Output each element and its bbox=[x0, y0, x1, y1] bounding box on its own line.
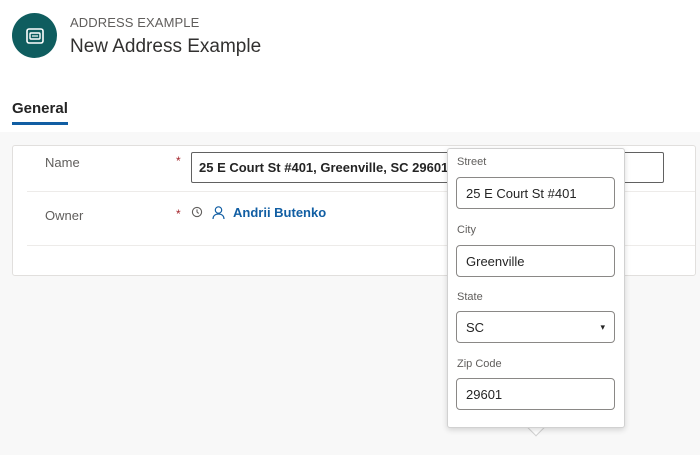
chevron-down-icon: ▾ bbox=[600, 321, 605, 332]
entity-type-label: ADDRESS EXAMPLE bbox=[70, 15, 200, 30]
street-label: Street bbox=[457, 156, 487, 168]
tab-general[interactable]: General bbox=[12, 100, 68, 125]
address-flyout: Street 25 E Court St #401 City Greenvill… bbox=[447, 148, 625, 428]
zip-label: Zip Code bbox=[457, 358, 502, 370]
zip-input[interactable]: 29601 bbox=[456, 378, 615, 410]
record-header: ADDRESS EXAMPLE New Address Example Gene… bbox=[0, 0, 700, 132]
person-icon bbox=[211, 204, 227, 220]
lock-icon bbox=[191, 205, 205, 219]
city-label: City bbox=[457, 224, 476, 236]
name-required-mark: * bbox=[176, 154, 181, 168]
record-title: New Address Example bbox=[70, 36, 262, 57]
owner-lookup[interactable]: Andrii Butenko bbox=[191, 204, 326, 220]
city-input[interactable]: Greenville bbox=[456, 245, 615, 277]
owner-field-label: Owner bbox=[45, 208, 84, 223]
name-field-label: Name bbox=[45, 155, 80, 170]
state-label: State bbox=[457, 291, 483, 303]
address-card-icon bbox=[12, 13, 57, 58]
owner-required-mark: * bbox=[176, 207, 181, 221]
owner-link[interactable]: Andrii Butenko bbox=[233, 205, 326, 220]
state-select[interactable]: SC ▾ bbox=[456, 311, 615, 343]
state-selected-value: SC bbox=[466, 319, 485, 335]
street-input[interactable]: 25 E Court St #401 bbox=[456, 177, 615, 209]
